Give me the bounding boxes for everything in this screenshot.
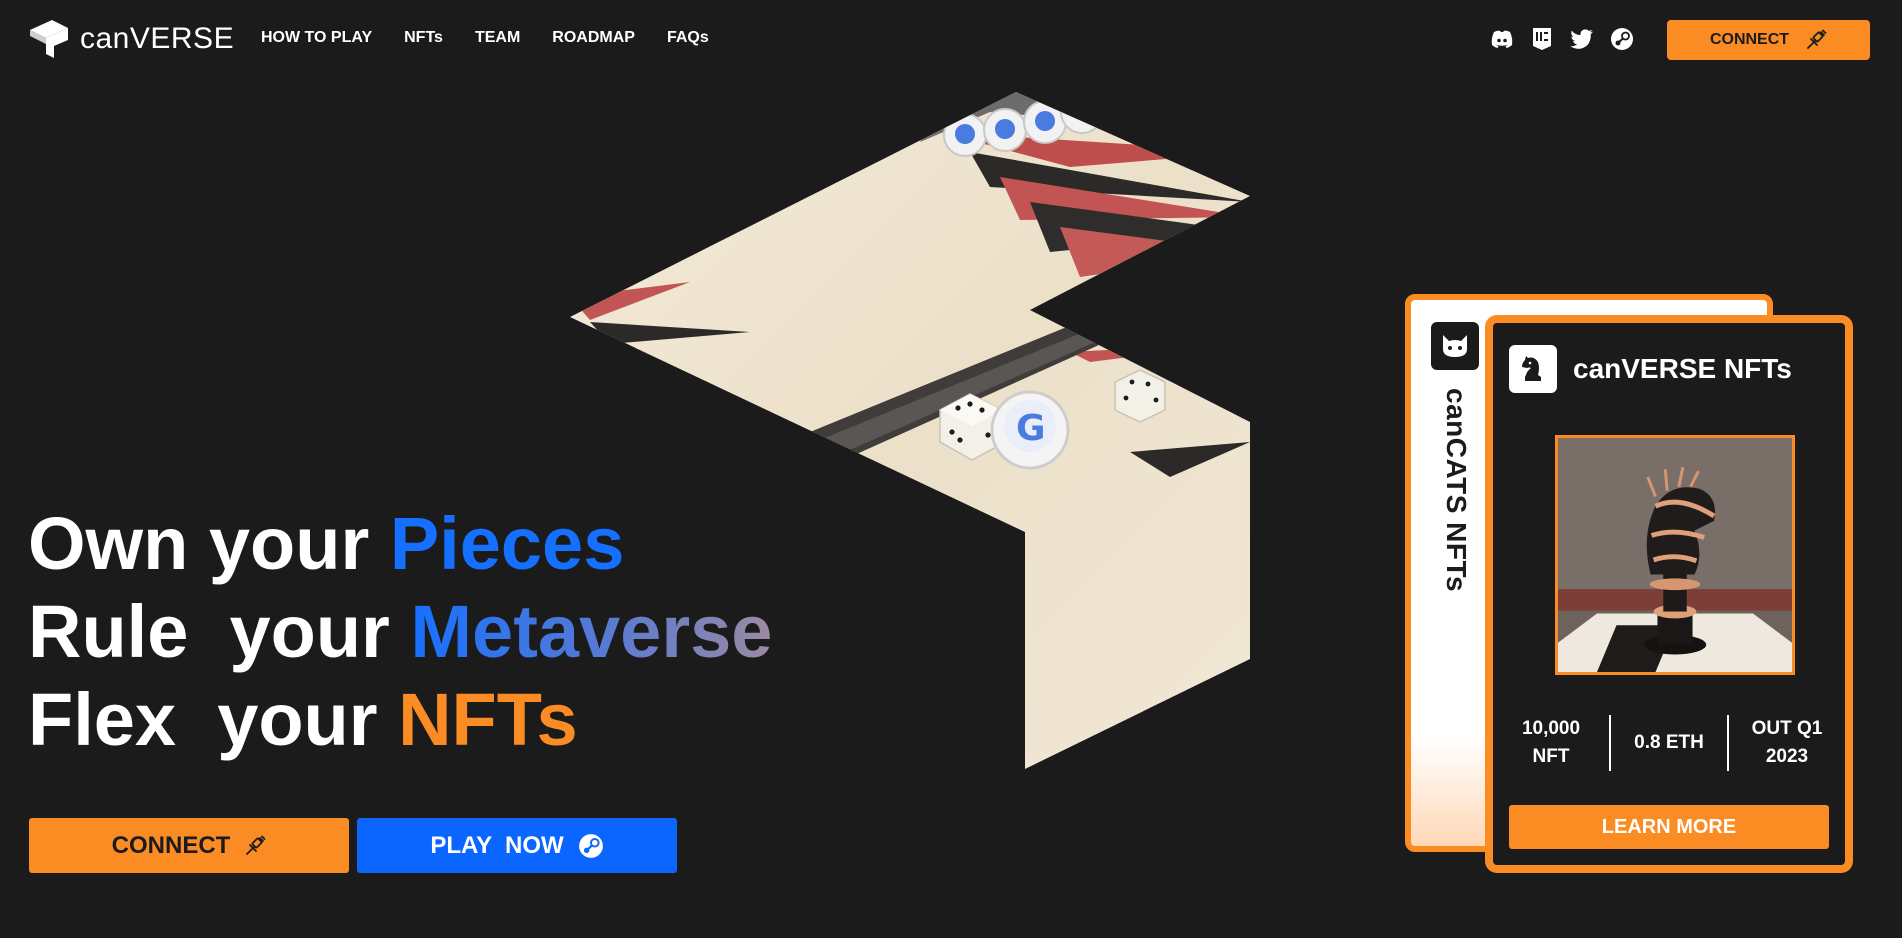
hero-line-2-prefix: Rule your bbox=[28, 590, 411, 673]
stat-release: OUT Q1 2023 bbox=[1727, 715, 1845, 771]
plug-icon bbox=[1807, 29, 1827, 49]
cancats-label: canCATS NFTs bbox=[1441, 388, 1472, 593]
chess-knight-nft-image bbox=[1555, 435, 1795, 675]
hero-line-1-highlight: Pieces bbox=[389, 502, 625, 585]
hero-connect-label: CONNECT bbox=[111, 831, 231, 859]
logo[interactable]: canVERSE bbox=[28, 18, 234, 60]
header-connect-label: CONNECT bbox=[1709, 31, 1790, 48]
social-links bbox=[1490, 27, 1634, 51]
learn-more-button[interactable]: LEARN MORE bbox=[1509, 805, 1829, 849]
brand-name-prefix: can bbox=[80, 22, 130, 55]
discord-icon[interactable] bbox=[1490, 27, 1514, 51]
stat-supply-unit: NFT bbox=[1532, 746, 1570, 767]
hero-line-1: Own your Pieces bbox=[28, 500, 772, 588]
nav-roadmap[interactable]: ROADMAP bbox=[552, 29, 635, 47]
svg-text:G: G bbox=[1016, 408, 1046, 449]
play-now-button[interactable]: PLAY NOW bbox=[357, 818, 677, 873]
steam-icon[interactable] bbox=[1610, 27, 1634, 51]
epic-games-icon[interactable] bbox=[1530, 27, 1554, 51]
hero-line-1-prefix: Own your bbox=[28, 502, 390, 585]
play-now-label: PLAY NOW bbox=[430, 831, 564, 859]
twitter-icon[interactable] bbox=[1570, 27, 1594, 51]
stat-supply: 10,000 NFT bbox=[1493, 715, 1609, 771]
stat-release-label: OUT Q1 bbox=[1751, 718, 1823, 739]
nav-how-to-play[interactable]: HOW TO PLAY bbox=[261, 29, 372, 47]
canverse-logo-icon bbox=[30, 20, 68, 58]
nft-stats: 10,000 NFT 0.8 ETH OUT Q1 2023 bbox=[1493, 715, 1845, 771]
stat-price: 0.8 ETH bbox=[1609, 715, 1727, 771]
nav-team[interactable]: TEAM bbox=[475, 29, 520, 47]
main-nav: HOW TO PLAY NFTs TEAM ROADMAP FAQs bbox=[261, 29, 709, 47]
stat-supply-value: 10,000 bbox=[1521, 718, 1581, 739]
canverse-nft-card: canVERSE NFTs 10,000 NFT 0.8 ETH OUT Q1 20… bbox=[1485, 315, 1853, 873]
stat-release-year: 2023 bbox=[1765, 746, 1809, 767]
header-connect-button[interactable]: CONNECT bbox=[1667, 20, 1870, 60]
nav-faqs[interactable]: FAQs bbox=[667, 29, 709, 47]
nav-nfts[interactable]: NFTs bbox=[404, 29, 443, 47]
stat-price-value: 0.8 ETH bbox=[1634, 732, 1704, 753]
hero-headline: Own your Pieces Rule your Metaverse Flex… bbox=[28, 500, 772, 764]
hero-connect-button[interactable]: CONNECT bbox=[29, 818, 349, 873]
hero-line-3-highlight: NFTs bbox=[398, 678, 578, 761]
card-title: canVERSE NFTs bbox=[1573, 353, 1792, 384]
brand-name-suffix: VERSE bbox=[129, 22, 235, 55]
hero-line-3: Flex your NFTs bbox=[28, 676, 772, 764]
brand-name: canVERSE bbox=[80, 22, 234, 56]
plug-icon bbox=[246, 835, 266, 855]
hero-line-2: Rule your Metaverse bbox=[28, 588, 772, 676]
chess-knight-icon bbox=[1509, 345, 1557, 393]
hero-line-3-prefix: Flex your bbox=[28, 678, 399, 761]
hero-line-2-highlight: Metaverse bbox=[410, 590, 773, 673]
steam-icon bbox=[578, 833, 603, 858]
cat-icon bbox=[1431, 322, 1479, 370]
